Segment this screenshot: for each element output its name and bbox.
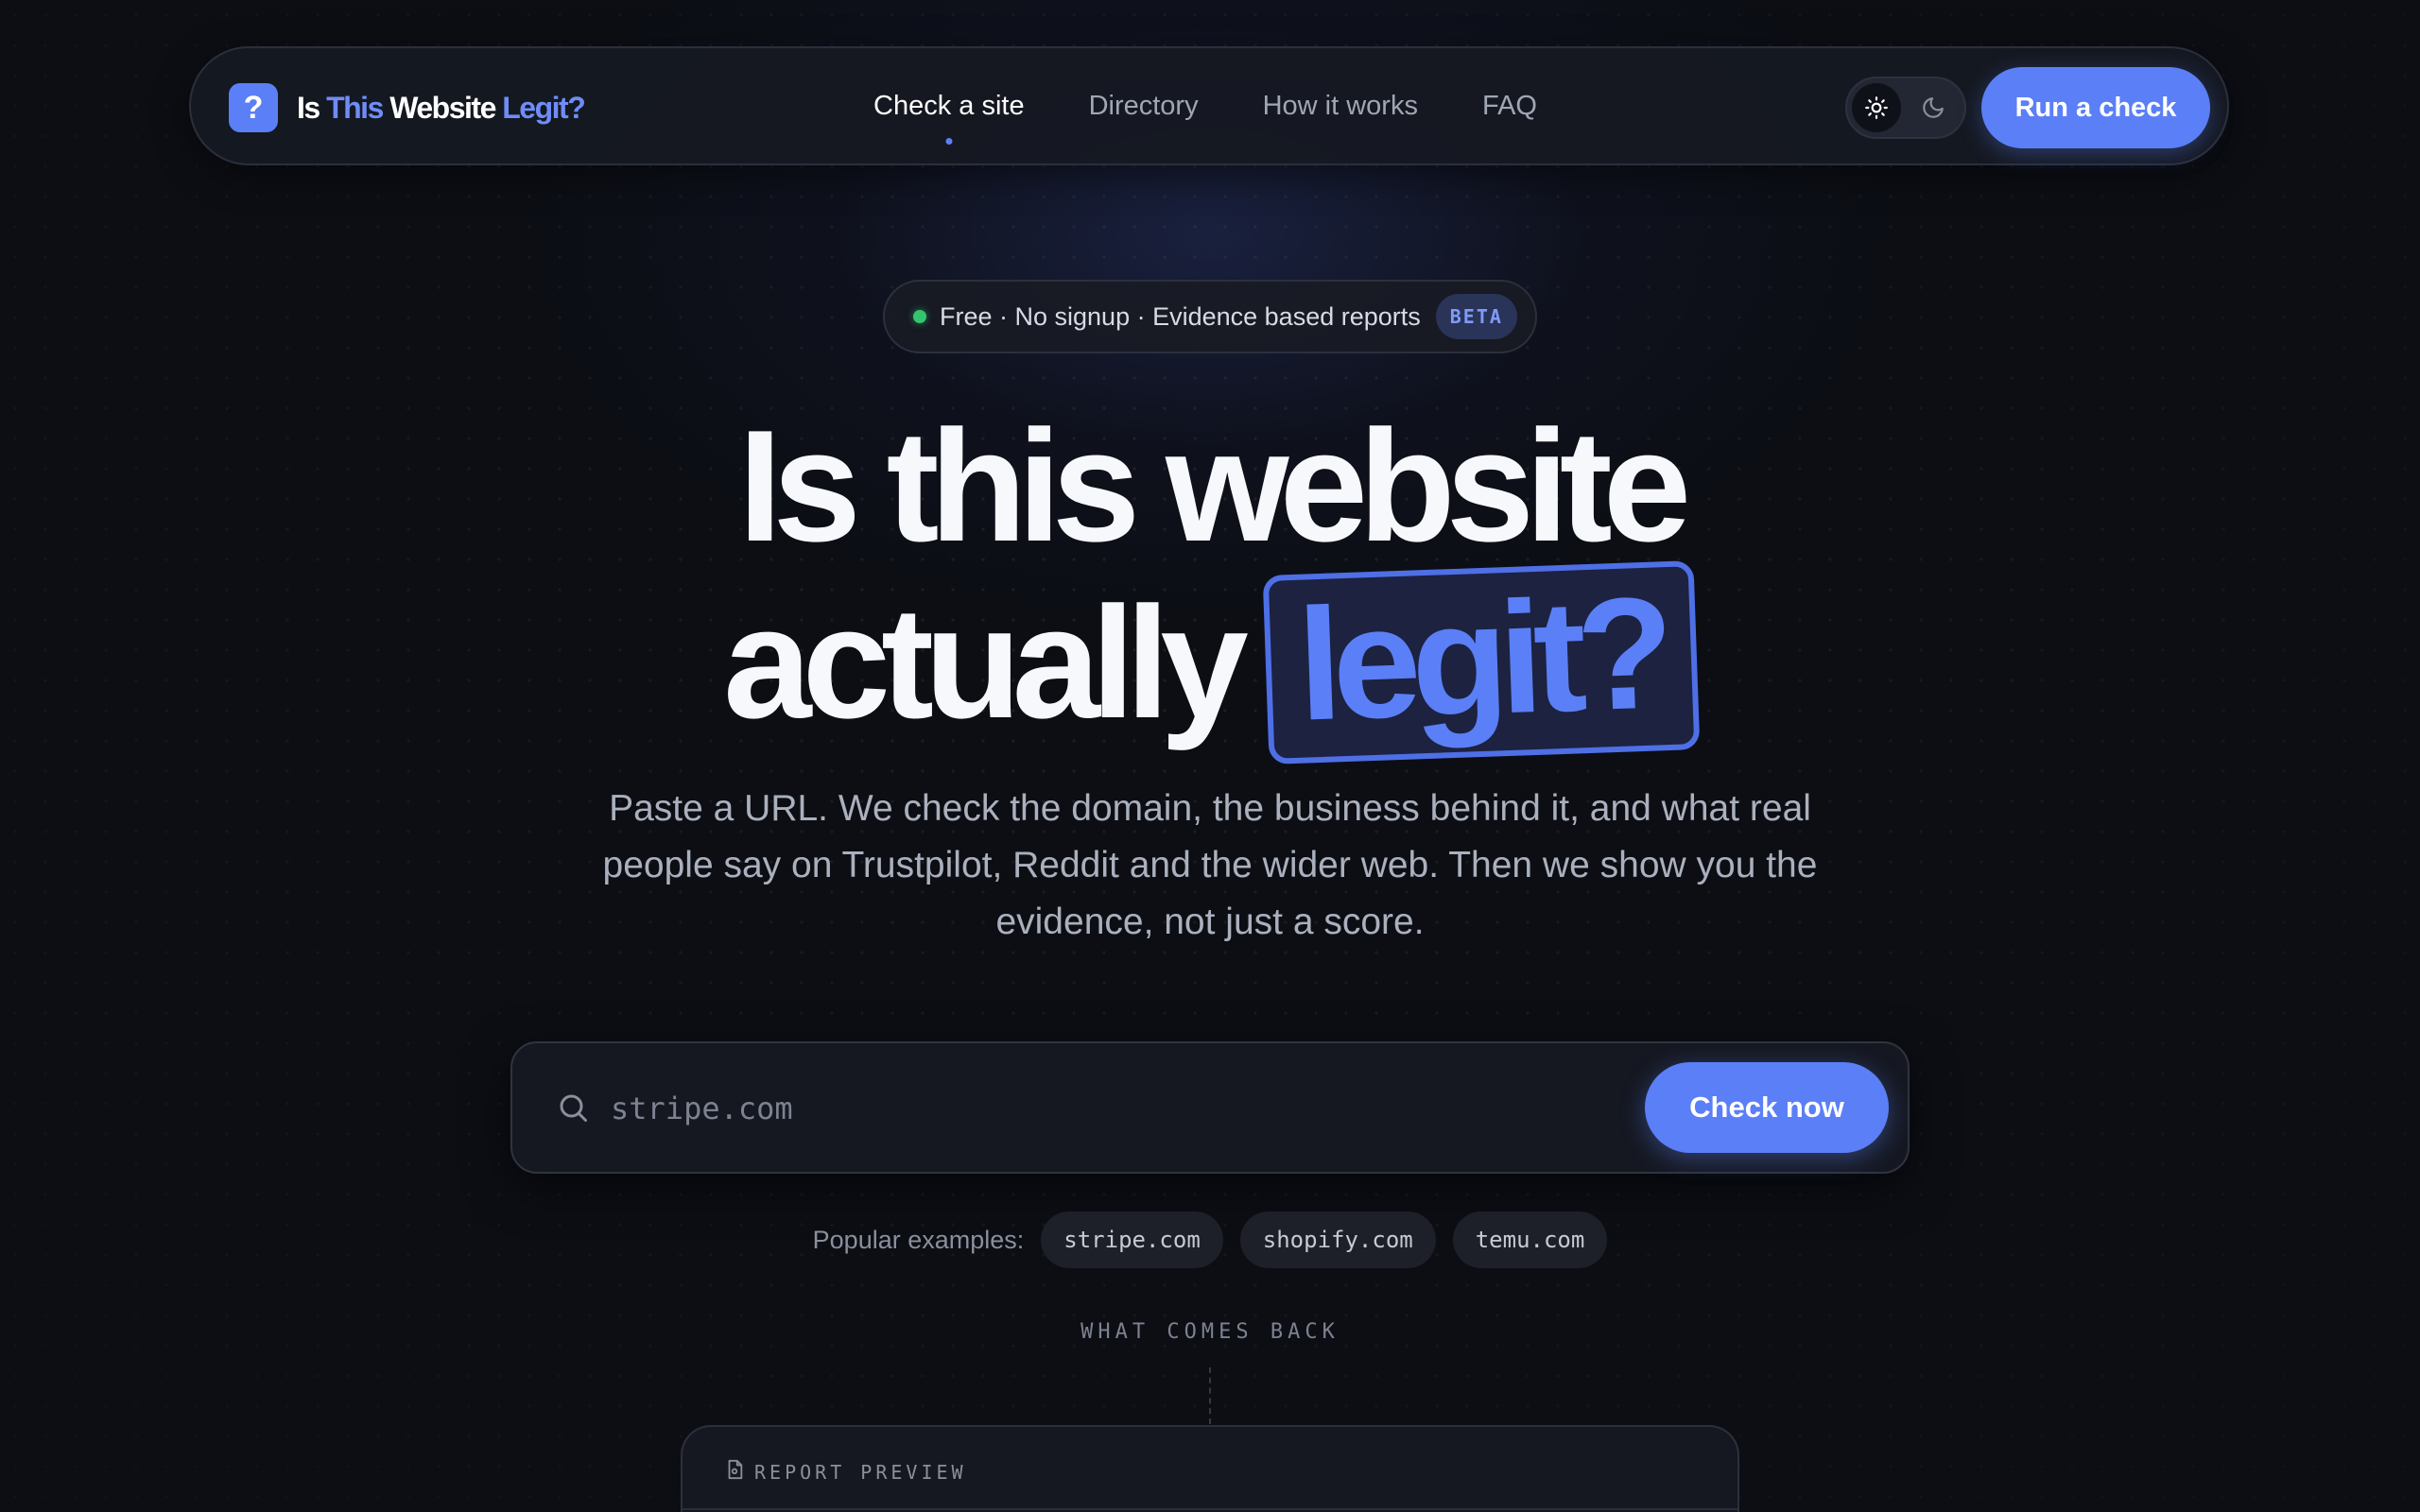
nav-link-how-it-works[interactable]: How it works [1263,91,1418,122]
logo-word-this: This [326,90,384,125]
run-a-check-button[interactable]: Run a check [1981,67,2210,148]
nav-link-faq[interactable]: FAQ [1482,91,1537,122]
report-divider [683,1508,1737,1510]
top-navbar: ? Is This Website Legit? Check a site Di… [189,46,2229,165]
dashed-connector [1209,1367,1211,1424]
moon-icon[interactable] [1909,83,1958,132]
nav-link-check-a-site[interactable]: Check a site [873,91,1025,122]
report-preview-header: REPORT PREVIEW [724,1459,967,1485]
logo-word-legit: Legit? [502,90,585,125]
popular-examples: Popular examples: stripe.com shopify.com… [0,1211,2420,1268]
examples-label: Popular examples: [812,1225,1025,1254]
example-chip-temu[interactable]: temu.com [1452,1211,1608,1268]
hero-badge: Free · No signup · Evidence based report… [883,280,1537,353]
headline-line-2: actually legit? [0,560,2420,765]
example-chip-shopify[interactable]: shopify.com [1239,1211,1436,1268]
nav-links: Check a site Directory How it works FAQ [873,48,1601,163]
section-label-what-comes-back: WHAT COMES BACK [1080,1320,1340,1344]
status-dot [913,310,926,323]
theme-toggle [1845,77,1966,139]
logo-word-website: Website [389,90,496,125]
question-mark-icon: ? [229,83,278,132]
example-chip-stripe[interactable]: stripe.com [1041,1211,1223,1268]
search-icon [556,1091,590,1129]
headline-actually: actually [723,574,1249,751]
document-icon [724,1459,745,1485]
nav-link-directory[interactable]: Directory [1089,91,1199,122]
logo-word-is: Is [297,90,320,125]
report-preview-card: REPORT PREVIEW [681,1425,1739,1512]
logo-wordmark: Is This Website Legit? [297,90,586,126]
url-search-bar: Check now [510,1041,1910,1174]
headline-highlight-legit: legit? [1262,560,1701,765]
sun-icon[interactable] [1852,83,1901,132]
headline-line-1: Is this website [737,397,1691,575]
check-now-button[interactable]: Check now [1645,1062,1889,1153]
report-preview-title: REPORT PREVIEW [754,1460,967,1484]
url-input[interactable] [609,1079,1558,1138]
beta-tag: BETA [1435,294,1517,339]
hero-subtitle: Paste a URL. We check the domain, the bu… [602,788,1818,942]
logo[interactable]: ? Is This Website Legit? [229,83,586,132]
badge-text: Free · No signup · Evidence based report… [940,301,1421,331]
